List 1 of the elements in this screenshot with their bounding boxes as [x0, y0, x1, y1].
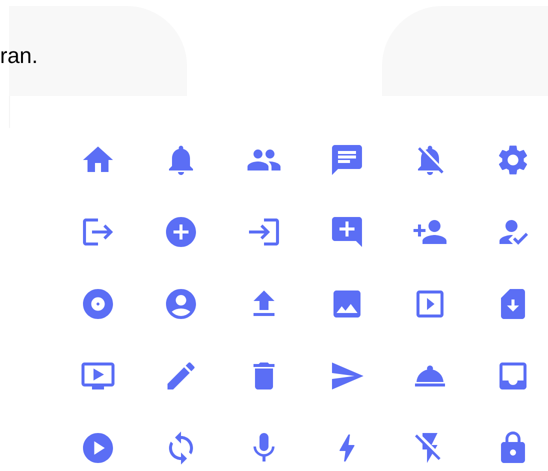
caption-text: ran.: [0, 42, 38, 70]
